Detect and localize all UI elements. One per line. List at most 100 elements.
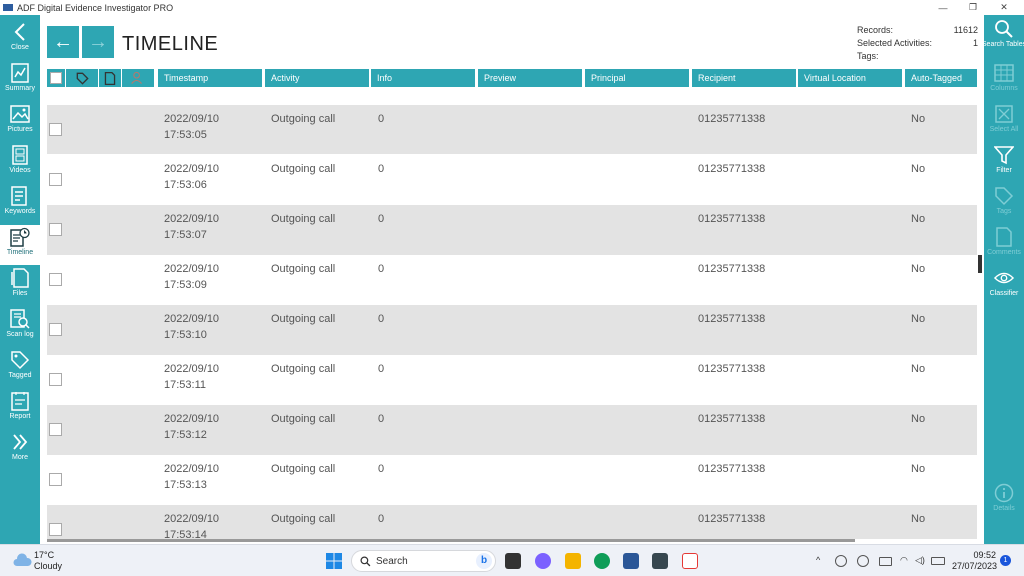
filter-icon xyxy=(994,145,1014,165)
table-row[interactable]: 2022/09/10 17:53:05 Outgoing call 0 01235… xyxy=(47,105,977,154)
tag-icon xyxy=(994,186,1014,206)
taskbar-search-input[interactable]: Search b xyxy=(351,550,496,572)
nav-summary[interactable]: Summary xyxy=(0,61,40,101)
row-checkbox[interactable] xyxy=(49,323,62,336)
chevron-left-icon xyxy=(10,22,30,42)
back-button[interactable]: ← xyxy=(47,26,79,58)
selected-activities-label: Selected Activities: xyxy=(857,38,933,48)
clock[interactable]: 09:52 27/07/2023 xyxy=(952,550,998,572)
nav-timeline[interactable]: Timeline xyxy=(0,225,40,265)
nav-tagged[interactable]: Tagged xyxy=(0,348,40,388)
table-row[interactable]: 2022/09/10 17:53:07 Outgoing call 0 01235… xyxy=(47,205,977,255)
horizontal-scrollbar[interactable] xyxy=(47,539,855,542)
arrow-right-icon: → xyxy=(88,31,108,53)
row-checkbox[interactable] xyxy=(49,373,62,386)
notification-badge[interactable]: 1 xyxy=(1000,555,1011,566)
select-all-button[interactable]: Select All xyxy=(984,102,1024,142)
table-row[interactable]: 2022/09/10 17:53:06 Outgoing call 0 01235… xyxy=(47,155,977,205)
filter-button[interactable]: Filter xyxy=(984,143,1024,183)
chat-icon[interactable] xyxy=(535,553,551,569)
clock-time: 09:52 xyxy=(973,550,996,560)
sync-icon[interactable] xyxy=(835,555,847,567)
table-row[interactable]: 2022/09/10 17:53:14 Outgoing call 0 01235… xyxy=(47,505,977,539)
row-checkbox[interactable] xyxy=(49,423,62,436)
row-checkbox[interactable] xyxy=(49,173,62,186)
clock-date: 27/07/2023 xyxy=(952,561,998,571)
column-header-recipient[interactable]: Recipient xyxy=(692,69,796,87)
comments-button[interactable]: Comments xyxy=(984,225,1024,265)
battery-icon[interactable] xyxy=(931,557,945,565)
nav-scan-log[interactable]: Scan log xyxy=(0,307,40,347)
row-checkbox[interactable] xyxy=(49,123,62,136)
nav-pictures[interactable]: Pictures xyxy=(0,102,40,142)
pictures-icon xyxy=(10,104,30,124)
row-checkbox[interactable] xyxy=(49,273,62,286)
task-view-icon[interactable] xyxy=(505,553,521,569)
nav-files[interactable]: Files xyxy=(0,266,40,306)
table-row[interactable]: 2022/09/10 17:53:13 Outgoing call 0 01235… xyxy=(47,455,977,505)
details-button[interactable]: Details xyxy=(984,481,1024,521)
tags-button[interactable]: Tags xyxy=(984,184,1024,224)
select-all-icon xyxy=(994,104,1014,124)
header-select-all[interactable] xyxy=(47,69,65,87)
page-title: TIMELINE xyxy=(122,33,219,55)
column-header-virtual-location[interactable]: Virtual Location xyxy=(798,69,902,87)
vertical-scrollbar[interactable] xyxy=(978,255,982,273)
row-checkbox[interactable] xyxy=(49,223,62,236)
select-all-checkbox[interactable] xyxy=(50,72,62,84)
table-row[interactable]: 2022/09/10 17:53:12 Outgoing call 0 01235… xyxy=(47,405,977,455)
edge-browser-icon[interactable] xyxy=(594,553,610,569)
tag-icon xyxy=(10,350,30,370)
stats-labels: Records: Selected Activities: Tags: xyxy=(857,24,932,63)
columns-button[interactable]: Columns xyxy=(984,61,1024,101)
keyboard-icon[interactable] xyxy=(879,557,892,566)
header-tag-column[interactable] xyxy=(66,69,98,87)
nav-videos[interactable]: Videos xyxy=(0,143,40,183)
nav-close[interactable]: Close xyxy=(0,20,40,60)
windows-start-icon[interactable] xyxy=(326,553,342,569)
columns-icon xyxy=(994,63,1014,83)
header-classifier-column[interactable] xyxy=(122,69,154,87)
nav-keywords[interactable]: Keywords xyxy=(0,184,40,224)
comments-icon xyxy=(994,227,1014,247)
nav-more[interactable]: More xyxy=(0,430,40,470)
search-icon xyxy=(360,556,371,567)
table-row[interactable]: 2022/09/10 17:53:11 Outgoing call 0 01235… xyxy=(47,355,977,405)
minimize-button[interactable]: — xyxy=(929,0,957,15)
nav-report[interactable]: Report xyxy=(0,389,40,429)
table-row[interactable]: 2022/09/10 17:53:09 Outgoing call 0 01235… xyxy=(47,255,977,305)
adf-app-taskbar-icon[interactable] xyxy=(682,553,698,569)
wifi-icon[interactable]: ◠ xyxy=(900,555,908,566)
column-header-auto-tagged[interactable]: Auto-Tagged xyxy=(905,69,977,87)
comments-icon xyxy=(104,71,116,85)
row-checkbox[interactable] xyxy=(49,473,62,486)
search-tables-button[interactable]: Search Tables xyxy=(982,17,1024,57)
volume-icon[interactable]: ◁) xyxy=(915,555,925,566)
window-titlebar: ADF Digital Evidence Investigator PRO — … xyxy=(0,0,1024,15)
column-header-info[interactable]: Info xyxy=(371,69,475,87)
store-icon[interactable] xyxy=(623,553,639,569)
column-header-preview[interactable]: Preview xyxy=(478,69,582,87)
column-header-principal[interactable]: Principal xyxy=(585,69,689,87)
column-header-activity[interactable]: Activity xyxy=(265,69,369,87)
maximize-button[interactable]: ❐ xyxy=(959,0,987,15)
cloud-sync-icon[interactable] xyxy=(857,555,869,567)
app-logo-icon xyxy=(3,4,13,11)
cloud-icon xyxy=(12,553,32,572)
tags-label: Tags: xyxy=(857,51,879,61)
weather-widget[interactable]: 17°C Cloudy xyxy=(34,550,62,572)
chevron-up-icon[interactable]: ^ xyxy=(816,555,820,565)
close-window-button[interactable]: ✕ xyxy=(990,0,1018,15)
app-icon[interactable] xyxy=(652,553,668,569)
taskbar: 17°C Cloudy Search b ^ ◠ ◁) 09:52 27/07/… xyxy=(0,544,1024,576)
header-comment-column[interactable] xyxy=(99,69,121,87)
table-row[interactable]: 2022/09/10 17:53:10 Outgoing call 0 01235… xyxy=(47,305,977,355)
tags-value xyxy=(930,50,978,63)
search-icon xyxy=(994,19,1014,39)
bing-icon[interactable]: b xyxy=(476,553,492,569)
column-header-timestamp[interactable]: Timestamp xyxy=(158,69,262,87)
row-checkbox[interactable] xyxy=(49,523,62,536)
forward-button[interactable]: → xyxy=(82,26,114,58)
classifier-button[interactable]: Classifier xyxy=(984,266,1024,306)
file-explorer-icon[interactable] xyxy=(565,553,581,569)
